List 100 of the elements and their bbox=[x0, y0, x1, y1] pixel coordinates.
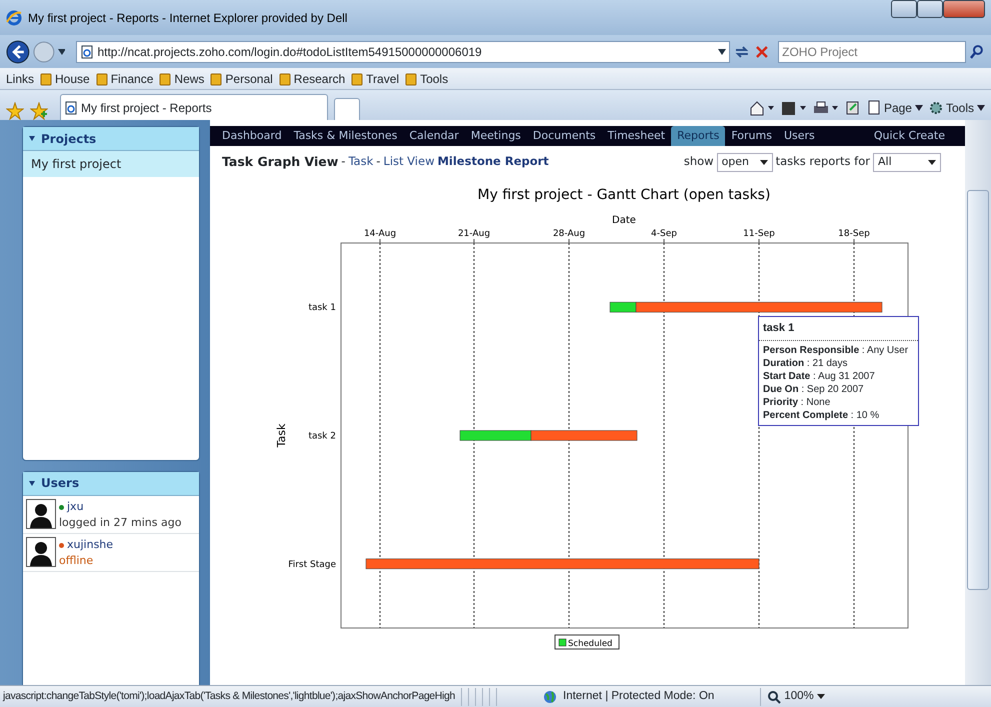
nav-tab[interactable]: Tasks & Milestones bbox=[288, 126, 404, 146]
add-favorites-icon[interactable] bbox=[30, 102, 48, 120]
new-tab-button[interactable] bbox=[334, 98, 360, 120]
tooltip-row-text: Person Responsible : Any User bbox=[762, 344, 910, 356]
maximize-button[interactable] bbox=[917, 0, 943, 18]
panel-header[interactable]: Projects bbox=[23, 127, 199, 151]
folder-icon bbox=[210, 72, 222, 86]
folder-icon bbox=[351, 72, 364, 86]
home-icon[interactable] bbox=[748, 100, 775, 116]
page-icon bbox=[866, 100, 881, 116]
nav-tab[interactable]: Timesheet bbox=[602, 126, 672, 146]
scope-select[interactable]: All bbox=[873, 152, 941, 172]
favorites-star-icon[interactable] bbox=[6, 102, 24, 120]
tools-menu[interactable]: Tools bbox=[928, 99, 985, 117]
settings-icon bbox=[928, 100, 943, 116]
link-button[interactable]: Research bbox=[278, 70, 346, 88]
tick-label: 18-Sep bbox=[838, 229, 870, 239]
address-text: http://ncat.projects.zoho.com/login.do#todoListItem54915000000006019 bbox=[97, 44, 483, 60]
dropdown-icon bbox=[914, 105, 923, 111]
tick-label: 4-Sep bbox=[651, 229, 677, 239]
back-icon[interactable] bbox=[6, 40, 30, 64]
dropdown-icon bbox=[977, 105, 985, 111]
zoom-control[interactable]: 100% bbox=[767, 688, 825, 706]
folder-icon bbox=[278, 72, 291, 86]
tooltip-row-text: Percent Complete : 10 % bbox=[762, 408, 880, 422]
view-link[interactable]: List View bbox=[383, 153, 434, 171]
folder-icon bbox=[159, 72, 172, 86]
page-icon bbox=[80, 44, 94, 58]
quick-create-link[interactable]: Quick Create bbox=[868, 126, 951, 146]
tick-label: 28-Aug bbox=[552, 229, 586, 239]
links-label: Links bbox=[6, 70, 34, 88]
link-button[interactable]: House bbox=[40, 70, 90, 88]
browser-tab[interactable]: My first project - Reports bbox=[60, 94, 328, 120]
nav-tab[interactable]: Users bbox=[778, 126, 821, 146]
user-status: logged in 27 mins ago bbox=[59, 515, 182, 532]
folder-icon bbox=[40, 72, 52, 86]
globe-icon bbox=[543, 690, 557, 704]
category-label: task 2 bbox=[308, 432, 336, 442]
tick-label: 11-Sep bbox=[743, 229, 775, 239]
chart-title: My first project - Gantt Chart (open tasks) bbox=[478, 187, 770, 203]
security-zone: Internet | Protected Mode: On bbox=[563, 688, 714, 704]
project-item[interactable]: My first project bbox=[23, 151, 199, 177]
link-button[interactable]: News bbox=[159, 70, 204, 88]
link-button[interactable]: Personal bbox=[210, 70, 273, 88]
user-status: offline bbox=[59, 553, 94, 570]
link-button[interactable]: Finance bbox=[96, 70, 154, 88]
dropdown-icon[interactable] bbox=[58, 48, 66, 54]
chart-legend: Scheduled bbox=[554, 634, 620, 650]
dropdown-icon bbox=[928, 160, 936, 164]
print-icon[interactable] bbox=[812, 100, 839, 116]
page-icon bbox=[64, 100, 78, 114]
tick-label: 21-Aug bbox=[458, 229, 490, 239]
scrollbar[interactable] bbox=[965, 120, 991, 685]
axis-title: Date bbox=[612, 215, 636, 226]
task-bar[interactable] bbox=[636, 302, 882, 312]
avatar-icon bbox=[26, 498, 56, 529]
status-select[interactable]: open bbox=[716, 152, 773, 172]
task-bar[interactable] bbox=[610, 302, 636, 312]
search-field[interactable]: ZOHO Project bbox=[778, 40, 966, 62]
task-bar[interactable] bbox=[366, 558, 760, 570]
report-link[interactable]: Milestone Report bbox=[437, 153, 549, 171]
tick-label: 14-Aug bbox=[364, 229, 396, 239]
axis-title: Task bbox=[275, 424, 288, 448]
folder-icon bbox=[96, 72, 108, 86]
dropdown-icon[interactable] bbox=[718, 48, 726, 54]
avatar-icon bbox=[26, 536, 56, 567]
user-name[interactable]: jxu bbox=[67, 498, 84, 516]
user-name[interactable]: xujinshe bbox=[67, 536, 114, 554]
window-title: My first project - Reports - Internet Explorer provided by Dell bbox=[28, 10, 348, 26]
nav-tab[interactable]: Documents bbox=[526, 126, 602, 146]
filter-label: tasks reports for bbox=[776, 153, 870, 170]
category-label: First Stage bbox=[288, 560, 336, 570]
view-title: Task Graph View bbox=[222, 152, 338, 171]
close-button[interactable] bbox=[943, 0, 985, 18]
browser-logo-icon bbox=[6, 10, 22, 26]
panel-header[interactable]: Users bbox=[23, 472, 199, 496]
separator-text: - bbox=[341, 153, 346, 170]
filter-label: show bbox=[684, 153, 714, 170]
dropdown-icon bbox=[760, 160, 768, 164]
nav-tab[interactable]: Meetings bbox=[464, 126, 527, 146]
page-menu[interactable]: Page bbox=[866, 99, 923, 117]
tooltip-row-text: Due On : Sep 20 2007 bbox=[762, 382, 865, 396]
tooltip-row-text: Start Date : Aug 31 2007 bbox=[762, 370, 876, 382]
search-icon[interactable] bbox=[969, 44, 986, 60]
category-label: task 1 bbox=[308, 303, 336, 314]
nav-tab[interactable]: Reports bbox=[671, 126, 726, 146]
nav-tab[interactable]: Dashboard bbox=[216, 126, 288, 146]
link-button[interactable]: Travel bbox=[351, 70, 400, 88]
link-button[interactable]: Tools bbox=[405, 70, 448, 88]
nav-tab[interactable]: Forums bbox=[725, 126, 778, 146]
tooltip-row-text: Duration : 21 days bbox=[762, 356, 848, 370]
minimize-button[interactable] bbox=[891, 0, 917, 18]
status-text: javascript:changeTabStyle('tomi');loadAjaxTab('Tasks & Milestones','lightblue');ajaxShowAnchorPageHigh bbox=[3, 688, 455, 704]
zoom-icon bbox=[767, 690, 782, 704]
nav-tab[interactable]: Calendar bbox=[403, 126, 465, 146]
tooltip-title: task 1 bbox=[759, 317, 918, 340]
collapse-icon bbox=[29, 480, 35, 486]
folder-icon bbox=[405, 72, 418, 86]
view-link[interactable]: Task bbox=[348, 153, 374, 171]
address-field[interactable]: http://ncat.projects.zoho.com/login.do#todoListItem54915000000006019 bbox=[76, 40, 730, 62]
